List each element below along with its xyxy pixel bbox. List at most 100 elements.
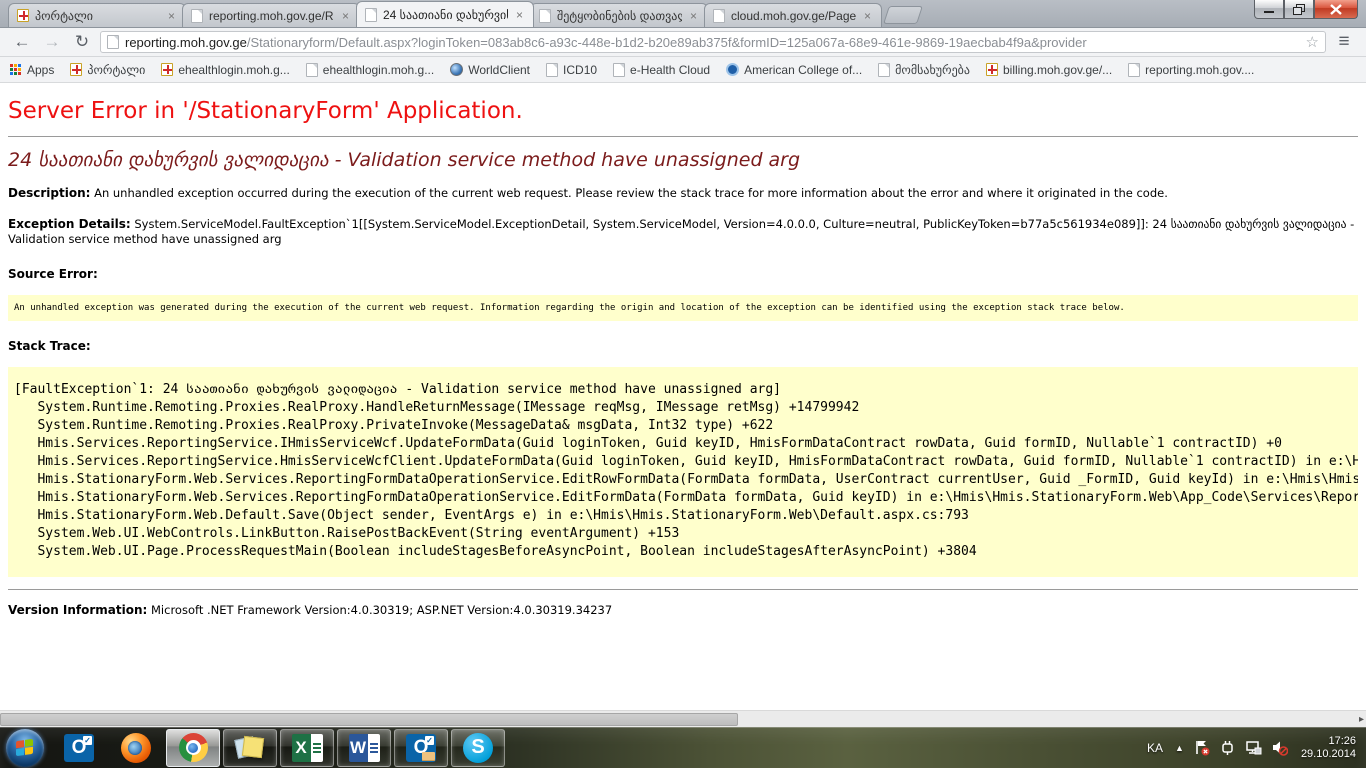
window-controls [1254, 0, 1358, 19]
taskbar-firefox-button[interactable] [109, 729, 163, 767]
scroll-right-arrow-icon[interactable]: ▸ [1359, 714, 1364, 725]
language-indicator[interactable]: KA [1144, 741, 1166, 755]
tab-close-icon[interactable]: × [514, 8, 525, 22]
bookmark-worldclient[interactable]: WorldClient [450, 63, 530, 77]
tab-title: 24 საათიანი დახურვის ვ [383, 8, 508, 22]
taskbar-skype-button[interactable]: S [451, 729, 505, 767]
network-icon[interactable] [1245, 739, 1262, 756]
sticky-notes-icon [235, 734, 265, 762]
scrollbar-thumb[interactable] [0, 713, 738, 726]
horizontal-scrollbar[interactable]: ▸ [0, 710, 1366, 727]
source-error-box: An unhandled exception was generated dur… [8, 295, 1358, 321]
tray-date: 29.10.2014 [1301, 748, 1356, 761]
outlook-check-icon: ✓ [83, 736, 92, 745]
show-hidden-icons-icon[interactable]: ▲ [1175, 743, 1184, 753]
taskbar-word-button[interactable]: W [337, 729, 391, 767]
tab-title: cloud.moh.gov.ge/Pages/ [731, 9, 856, 23]
navigation-toolbar: ← → ↻ reporting.moh.gov.ge/Stationaryfor… [0, 28, 1366, 57]
close-icon [1330, 4, 1342, 15]
page-icon [306, 63, 318, 77]
taskbar-apps: O ✓ X W [52, 729, 505, 767]
bookmark-portal[interactable]: პორტალი [70, 63, 145, 77]
bookmark-reporting[interactable]: reporting.moh.gov.... [1128, 63, 1254, 77]
windows-start-button[interactable] [6, 729, 44, 767]
power-plug-icon[interactable] [1219, 739, 1236, 756]
reload-icon[interactable]: ↻ [70, 31, 94, 53]
tab-title: reporting.moh.gov.ge/Rep [209, 9, 334, 23]
tab-title: შეტყობინების დათვალი [557, 9, 682, 23]
bookmark-label: American College of... [744, 63, 862, 77]
version-text: Microsoft .NET Framework Version:4.0.303… [151, 603, 612, 617]
windows-taskbar: O ✓ X W [0, 727, 1366, 768]
new-tab-button[interactable] [883, 6, 923, 24]
volume-muted-icon[interactable] [1271, 739, 1288, 756]
exception-details-label: Exception Details: [8, 217, 131, 231]
stack-trace-text: [FaultException`1: 24 საათიანი დახურვის … [14, 381, 1352, 561]
chrome-menu-icon[interactable]: ≡ [1332, 31, 1356, 53]
globe-icon [450, 63, 463, 76]
action-center-flag-icon[interactable] [1193, 739, 1210, 756]
minimize-button[interactable] [1254, 0, 1284, 19]
page-favicon-icon [713, 9, 725, 23]
bookmark-label: reporting.moh.gov.... [1145, 63, 1254, 77]
bookmark-label: მომსახურება [895, 63, 970, 77]
bookmark-billing[interactable]: billing.moh.gov.ge/... [986, 63, 1112, 77]
address-bar[interactable]: reporting.moh.gov.ge/Stationaryform/Defa… [100, 31, 1326, 53]
tab-close-icon[interactable]: × [340, 9, 351, 23]
divider [8, 589, 1358, 590]
version-line: Version Information: Microsoft .NET Fram… [8, 602, 1358, 618]
bookmark-ehealthlogin-2[interactable]: ehealthlogin.moh.g... [306, 63, 434, 77]
georgia-coat-favicon-icon [17, 9, 29, 22]
back-icon[interactable]: ← [10, 31, 34, 53]
taskbar-outlook-button[interactable]: O ✓ [52, 729, 106, 767]
bookmark-label: WorldClient [468, 63, 530, 77]
tab-reporting[interactable]: reporting.moh.gov.ge/Rep × [182, 3, 360, 27]
stack-trace-label: Stack Trace: [8, 339, 1358, 353]
description-label: Description: [8, 186, 90, 200]
tab-close-icon[interactable]: × [862, 9, 873, 23]
outlook-mail-icon: O ✓ [406, 734, 436, 762]
bookmark-label: e-Health Cloud [630, 63, 710, 77]
tab-messages[interactable]: შეტყობინების დათვალი × [530, 3, 708, 27]
tab-close-icon[interactable]: × [688, 9, 699, 23]
page-icon [878, 63, 890, 77]
tray-time: 17:26 [1301, 735, 1356, 748]
taskbar-sticky-notes-button[interactable] [223, 729, 277, 767]
forward-icon[interactable]: → [40, 31, 64, 53]
apps-shortcut[interactable]: Apps [10, 63, 54, 77]
georgia-coat-icon [161, 63, 173, 76]
desktop-screen: პორტალი × reporting.moh.gov.ge/Rep × 24 … [0, 0, 1366, 768]
georgia-coat-icon [986, 63, 998, 76]
skype-icon: S [463, 733, 493, 763]
bookmark-ehealthlogin-1[interactable]: ehealthlogin.moh.g... [161, 63, 289, 77]
close-button[interactable] [1314, 0, 1358, 19]
tab-24h-validation-active[interactable]: 24 საათიანი დახურვის ვ × [356, 1, 534, 27]
minimize-icon [1263, 4, 1275, 14]
taskbar-clock[interactable]: 17:26 29.10.2014 [1297, 735, 1356, 761]
exception-details-line: Exception Details: System.ServiceModel.F… [8, 217, 1358, 247]
chrome-browser-window: პორტალი × reporting.moh.gov.ge/Rep × 24 … [0, 0, 1366, 727]
bookmark-star-icon[interactable]: ☆ [1306, 33, 1319, 51]
word-doc-lines [368, 734, 380, 762]
system-tray: KA ▲ 17:26 29.10.2014 [1144, 735, 1366, 761]
page-icon [546, 63, 558, 77]
bookmark-label: ehealthlogin.moh.g... [323, 63, 434, 77]
tab-close-icon[interactable]: × [166, 9, 177, 23]
badge-icon [726, 63, 739, 76]
taskbar-outlook-mail-button[interactable]: O ✓ [394, 729, 448, 767]
bookmark-services[interactable]: მომსახურება [878, 63, 970, 77]
source-error-label: Source Error: [8, 267, 1358, 281]
restore-button[interactable] [1284, 0, 1314, 19]
bookmark-ehealth-cloud[interactable]: e-Health Cloud [613, 63, 710, 77]
firefox-icon [121, 733, 151, 763]
taskbar-excel-button[interactable]: X [280, 729, 334, 767]
tab-cloud[interactable]: cloud.moh.gov.ge/Pages/ × [704, 3, 882, 27]
taskbar-chrome-button[interactable] [166, 729, 220, 767]
bookmark-american-college[interactable]: American College of... [726, 63, 862, 77]
error-page-title: Server Error in '/StationaryForm' Applic… [8, 98, 1358, 124]
page-favicon-icon [365, 8, 377, 22]
excel-icon: X [292, 734, 323, 762]
tab-portal[interactable]: პორტალი × [8, 3, 186, 27]
bookmark-icd10[interactable]: ICD10 [546, 63, 597, 77]
bookmark-label: ICD10 [563, 63, 597, 77]
